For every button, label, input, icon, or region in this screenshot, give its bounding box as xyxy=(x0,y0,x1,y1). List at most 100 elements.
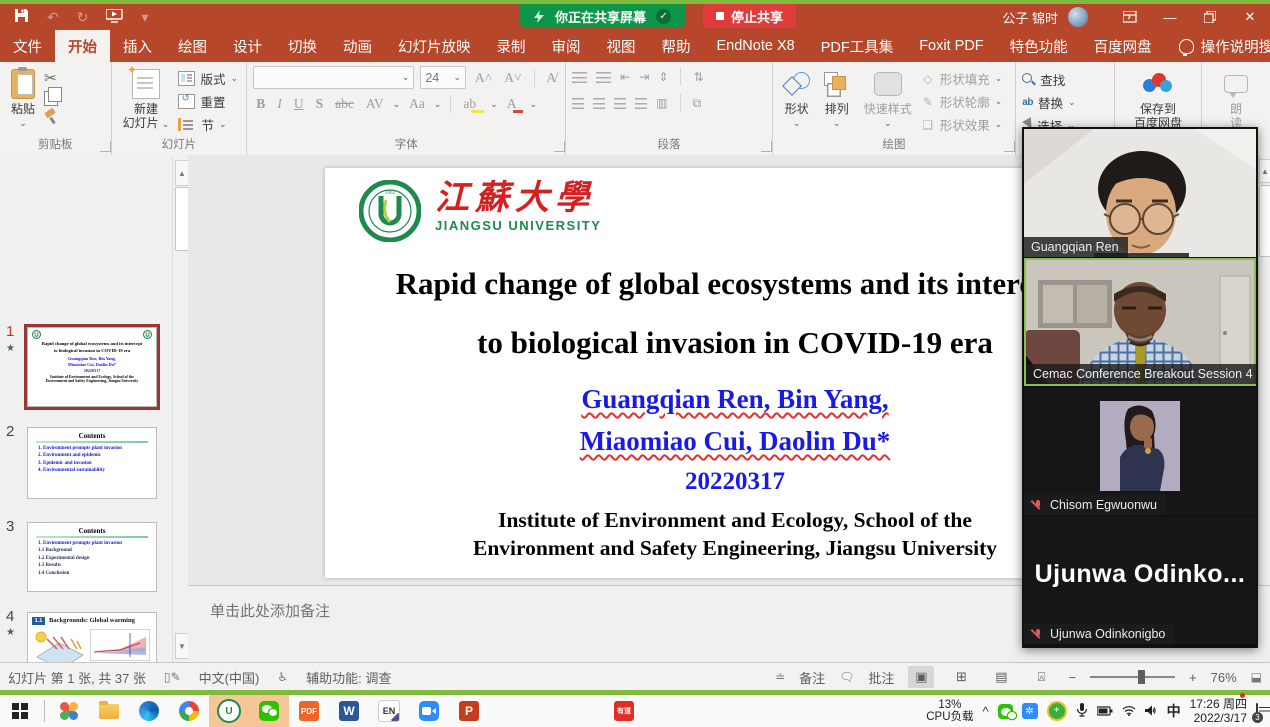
restore-button[interactable] xyxy=(1190,4,1230,30)
wechat-tray-icon[interactable] xyxy=(998,704,1013,719)
taskbar-wechat[interactable] xyxy=(249,695,289,727)
bullets-icon[interactable] xyxy=(572,72,587,83)
arrange-button[interactable]: 排列⌄ xyxy=(819,66,855,133)
clear-formatting-icon[interactable]: A̸ xyxy=(544,69,560,87)
volume-icon[interactable] xyxy=(1145,704,1158,719)
underline-button[interactable]: U xyxy=(291,95,307,113)
taskbar-file-explorer[interactable] xyxy=(89,695,129,727)
video-conference-panel[interactable]: Guangqian Ren xyxy=(1022,127,1258,648)
tab-record[interactable]: 录制 xyxy=(484,30,539,62)
strikethrough-button[interactable]: abc xyxy=(332,95,357,113)
video-tile-guangqian-ren[interactable]: Guangqian Ren xyxy=(1024,129,1256,257)
tab-slideshow[interactable]: 幻灯片放映 xyxy=(385,30,484,62)
dialog-launcher-icon[interactable] xyxy=(100,141,111,152)
fit-slide-icon[interactable]: ⬓ xyxy=(1251,670,1262,684)
shape-fill-button[interactable]: ◇形状填充⌄ xyxy=(921,69,1003,88)
shape-effects-button[interactable]: ❑形状效果⌄ xyxy=(921,115,1003,134)
stop-share-button[interactable]: 停止共享 xyxy=(703,4,796,28)
reading-view-button[interactable]: ▤ xyxy=(988,666,1014,688)
taskbar-word[interactable]: W xyxy=(329,695,369,727)
thumbnail-slide-4[interactable]: 1.1 Backgrounds: Global warming Global w… xyxy=(27,612,157,662)
slide-sorter-view-button[interactable]: ⊞ xyxy=(948,666,974,688)
zoom-in-button[interactable]: + xyxy=(1189,670,1197,685)
change-case-button[interactable]: Aa xyxy=(406,95,428,113)
ribbon-display-options-icon[interactable] xyxy=(1110,4,1150,30)
reset-button[interactable]: 重置 xyxy=(178,92,238,111)
decrease-font-icon[interactable]: A˅ xyxy=(501,69,524,87)
format-painter-icon[interactable] xyxy=(44,110,57,123)
columns-icon[interactable]: ▥ xyxy=(656,96,667,110)
zoom-slider[interactable] xyxy=(1090,676,1175,678)
character-spacing-button[interactable]: A︎V xyxy=(363,95,387,113)
account-name[interactable]: 公子 锦时 xyxy=(1002,8,1058,27)
start-slideshow-icon[interactable] xyxy=(106,9,123,26)
zoom-out-button[interactable]: − xyxy=(1068,670,1076,685)
ime-indicator[interactable]: 中 xyxy=(1167,701,1181,721)
clock[interactable]: 17:26 周四2022/3/17 xyxy=(1190,697,1247,725)
numbering-icon[interactable] xyxy=(596,72,611,83)
thumbnail-slide-1[interactable]: Rapid change of global ecosystems and it… xyxy=(27,327,157,407)
align-left-icon[interactable] xyxy=(572,98,584,109)
shapes-button[interactable]: 形状⌄ xyxy=(779,66,815,133)
taskbar-endnote[interactable]: EN xyxy=(369,695,409,727)
font-name-combo[interactable]: ⌄ xyxy=(253,66,414,89)
scroll-down-icon[interactable]: ▼ xyxy=(175,633,189,659)
read-aloud-button[interactable]: 朗 读 xyxy=(1219,66,1253,133)
tab-insert[interactable]: 插入 xyxy=(110,30,165,62)
language-indicator[interactable]: 中文(中国) xyxy=(199,668,260,687)
tray-app-icon[interactable]: ✲ xyxy=(1022,703,1038,719)
increase-indent-icon[interactable]: ⇥ xyxy=(639,70,649,84)
text-direction-icon[interactable]: ⇅ xyxy=(693,70,703,84)
line-spacing-icon[interactable]: ⇕ xyxy=(658,70,668,84)
thumbnail-scrollbar[interactable]: ▲ ▼ xyxy=(172,155,189,662)
paste-button[interactable]: 粘贴 ⌄ xyxy=(6,66,40,133)
scroll-up-icon[interactable]: ▲ xyxy=(175,160,189,186)
accessibility-status[interactable]: 辅助功能: 调查 xyxy=(306,668,391,687)
align-center-icon[interactable] xyxy=(593,98,605,109)
increase-font-icon[interactable]: A˄ xyxy=(472,69,495,87)
bold-button[interactable]: B xyxy=(253,95,268,113)
action-center-button[interactable]: 3 xyxy=(1256,704,1258,718)
wifi-icon[interactable] xyxy=(1122,704,1136,719)
taskbar-zoom[interactable] xyxy=(409,695,449,727)
taskbar-jiangsu-app[interactable]: U xyxy=(209,695,249,727)
new-slide-button[interactable]: 新建 幻灯片 ⌄ xyxy=(118,66,175,134)
dialog-launcher-icon[interactable] xyxy=(761,141,772,152)
tab-baidu-netdisk[interactable]: 百度网盘 xyxy=(1081,30,1165,62)
zoom-slider-thumb[interactable] xyxy=(1138,670,1145,684)
tab-transitions[interactable]: 切换 xyxy=(275,30,330,62)
zoom-percent[interactable]: 76% xyxy=(1211,670,1237,685)
save-icon[interactable] xyxy=(14,8,29,26)
tab-endnote[interactable]: EndNote X8 xyxy=(704,30,808,62)
tab-foxit-pdf[interactable]: Foxit PDF xyxy=(906,30,996,62)
shape-outline-button[interactable]: ✎形状轮廓⌄ xyxy=(921,92,1003,111)
start-button[interactable] xyxy=(0,695,40,727)
quick-styles-button[interactable]: 快速样式⌄ xyxy=(859,66,917,133)
video-tile-chisom-egwuonwu[interactable]: Chisom Egwuonwu xyxy=(1024,387,1256,515)
tab-draw[interactable]: 绘图 xyxy=(165,30,220,62)
taskbar-browser[interactable] xyxy=(169,695,209,727)
find-button[interactable]: 查找 xyxy=(1022,70,1108,89)
tab-pdf-tools[interactable]: PDF工具集 xyxy=(808,30,907,62)
smartart-icon[interactable]: ⧉ xyxy=(693,96,702,111)
tab-view[interactable]: 视图 xyxy=(594,30,649,62)
tab-home[interactable]: 开始 xyxy=(55,30,110,62)
tab-help[interactable]: 帮助 xyxy=(649,30,704,62)
undo-icon[interactable]: ↶ xyxy=(47,9,59,26)
taskbar-photos-app[interactable] xyxy=(49,695,89,727)
comments-toggle[interactable]: 批注 xyxy=(868,668,894,687)
hidden-icons-chevron[interactable]: ^ xyxy=(983,704,989,719)
align-right-icon[interactable] xyxy=(614,98,626,109)
taskbar-foxit-pdf[interactable]: PDF xyxy=(289,695,329,727)
shadow-button[interactable]: S xyxy=(313,95,327,113)
cpu-monitor[interactable]: 13%CPU负载 xyxy=(926,699,973,723)
thumbnail-slide-2[interactable]: Contents 1. Environment prompts plant in… xyxy=(27,427,157,499)
microphone-tray-icon[interactable] xyxy=(1076,703,1088,720)
layout-button[interactable]: 版式⌄ xyxy=(178,69,238,88)
normal-view-button[interactable]: ▣ xyxy=(908,666,934,688)
tell-me-search[interactable]: 操作说明搜索 xyxy=(1165,30,1270,62)
account-avatar[interactable] xyxy=(1068,7,1088,27)
taskbar-powerpoint[interactable]: P xyxy=(449,695,489,727)
tab-review[interactable]: 审阅 xyxy=(539,30,594,62)
qat-customize-icon[interactable]: ▾ xyxy=(141,9,148,26)
